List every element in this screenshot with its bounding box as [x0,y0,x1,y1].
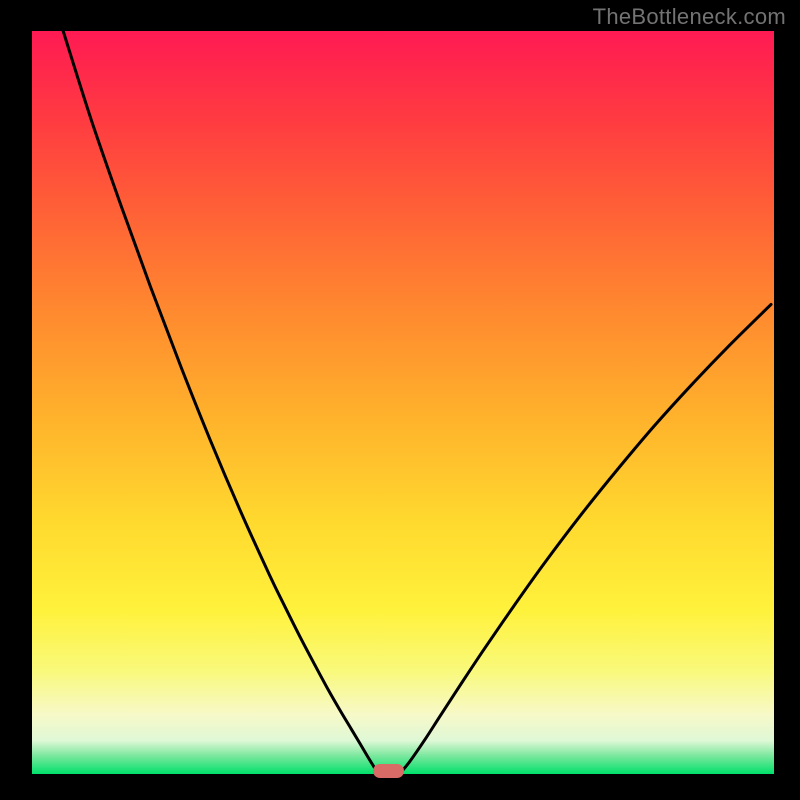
optimal-marker [373,764,404,778]
curve-right-curve [402,304,772,771]
chart-frame: TheBottleneck.com [0,0,800,800]
bottleneck-curve [0,0,800,800]
curve-left-curve [63,31,377,772]
